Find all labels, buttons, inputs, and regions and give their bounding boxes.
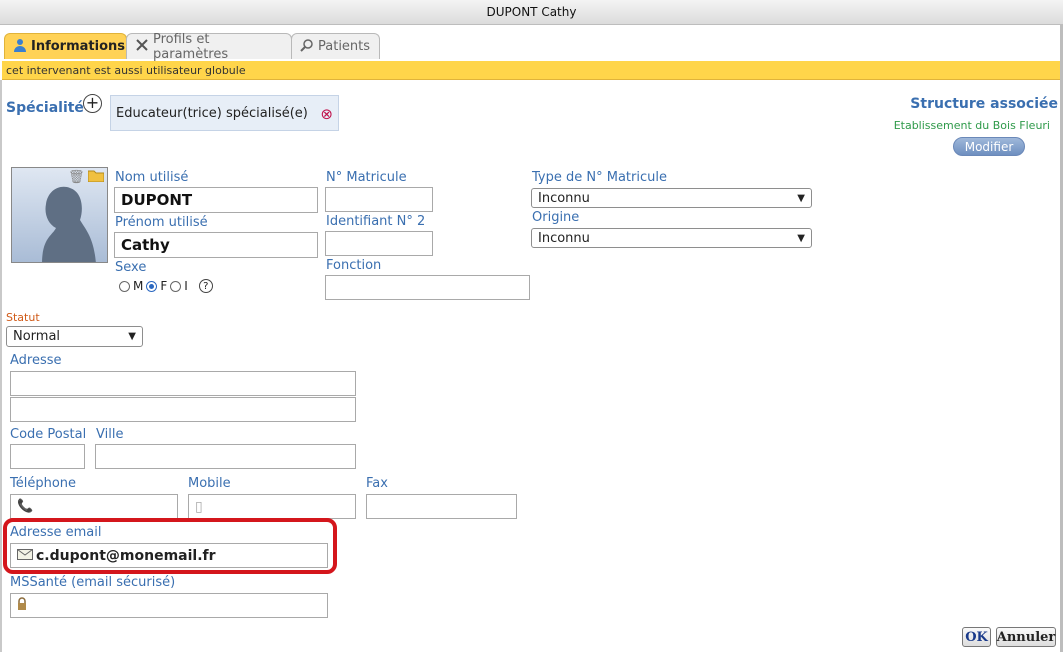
chevron-down-icon: ▼	[797, 192, 805, 204]
sexe-radio-f[interactable]	[146, 280, 158, 292]
person-icon	[13, 38, 27, 56]
nom-label: Nom utilisé	[115, 170, 189, 185]
tab-informations[interactable]: Informations	[4, 33, 127, 59]
fax-label: Fax	[366, 476, 388, 491]
identifiant2-label: Identifiant N° 2	[326, 214, 426, 229]
specialite-label: Spécialité	[6, 100, 84, 116]
mssante-field[interactable]	[10, 593, 328, 618]
mssante-label: MSSanté (email sécurisé)	[10, 575, 176, 590]
mobile-field[interactable]: ▯	[188, 494, 356, 519]
left-border	[0, 80, 2, 652]
lock-icon	[17, 597, 27, 614]
nom-field[interactable]: DUPONT	[114, 187, 318, 213]
ville-field[interactable]	[95, 444, 356, 469]
tab-profils-parametres[interactable]: Profils et paramètres	[126, 31, 292, 62]
chevron-down-icon: ▼	[797, 232, 805, 244]
info-banner: cet intervenant est aussi utilisateur gl…	[2, 61, 1060, 80]
tab-label: Profils et paramètres	[153, 31, 229, 62]
origine-select[interactable]: Inconnu ▼	[531, 228, 812, 248]
sexe-radio-group: M F I ?	[119, 279, 213, 293]
fax-field[interactable]	[366, 494, 517, 519]
adresse-line2-field[interactable]	[10, 397, 356, 422]
sexe-radio-m[interactable]	[119, 280, 130, 292]
mobile-label: Mobile	[188, 476, 231, 491]
ok-button[interactable]: OK	[962, 627, 991, 647]
tab-patients[interactable]: Patients	[291, 33, 380, 59]
code-postal-field[interactable]	[10, 444, 85, 469]
structure-etablissement: Etablissement du Bois Fleuri	[893, 119, 1050, 132]
sexe-label: Sexe	[115, 260, 147, 275]
origine-label: Origine	[532, 210, 580, 225]
mobile-phone-icon: ▯	[195, 498, 203, 515]
remove-specialite-icon[interactable]: ⊗	[320, 105, 333, 123]
fonction-field[interactable]	[325, 275, 530, 300]
tools-icon	[135, 38, 149, 56]
origine-value: Inconnu	[538, 230, 590, 246]
ville-label: Ville	[96, 427, 124, 442]
fonction-label: Fonction	[326, 258, 382, 273]
trash-icon[interactable]: 🗑	[68, 170, 85, 185]
type-matricule-select[interactable]: Inconnu ▼	[531, 188, 812, 208]
specialite-value: Educateur(trice) spécialisé(e)	[116, 105, 308, 121]
code-postal-label: Code Postal	[10, 427, 87, 442]
window-title: DUPONT Cathy	[486, 5, 577, 19]
sexe-label-m: M	[133, 279, 144, 293]
adresse-line1-field[interactable]	[10, 371, 356, 396]
specialite-chip: Educateur(trice) spécialisé(e) ⊗	[110, 95, 339, 131]
modifier-button[interactable]: Modifier	[953, 137, 1025, 156]
window-titlebar: DUPONT Cathy	[0, 0, 1063, 25]
matricule-label: N° Matricule	[326, 170, 407, 185]
sexe-label-f: F	[160, 279, 168, 293]
help-icon[interactable]: ?	[198, 279, 213, 293]
sexe-radio-i[interactable]	[170, 280, 182, 292]
statut-label: Statut	[6, 311, 40, 324]
prenom-field[interactable]: Cathy	[114, 232, 318, 258]
email-label: Adresse email	[10, 525, 102, 540]
identifiant2-field[interactable]	[325, 231, 433, 256]
telephone-field[interactable]: 📞	[10, 494, 178, 519]
chevron-down-icon: ▼	[128, 331, 136, 342]
tab-label: Patients	[318, 39, 371, 54]
envelope-icon	[17, 548, 33, 564]
add-specialite-button[interactable]: +	[83, 94, 102, 113]
structure-title: Structure associée	[910, 96, 1058, 112]
sexe-label-i: I	[184, 279, 188, 293]
statut-select[interactable]: Normal ▼	[6, 326, 143, 347]
search-icon	[300, 38, 314, 56]
avatar[interactable]: 🗑	[11, 167, 108, 263]
type-matricule-value: Inconnu	[538, 190, 590, 206]
statut-value: Normal	[13, 329, 61, 344]
folder-icon[interactable]	[87, 169, 105, 186]
cancel-button[interactable]: Annuler	[996, 627, 1056, 647]
email-value: c.dupont@monemail.fr	[36, 547, 216, 564]
matricule-field[interactable]	[325, 187, 433, 212]
prenom-label: Prénom utilisé	[115, 215, 208, 230]
type-matricule-label: Type de N° Matricule	[532, 170, 667, 185]
tab-label: Informations	[31, 39, 126, 54]
adresse-label: Adresse	[10, 353, 62, 368]
phone-icon: 📞	[17, 499, 34, 514]
email-field[interactable]: c.dupont@monemail.fr	[10, 543, 328, 568]
telephone-label: Téléphone	[10, 476, 77, 491]
